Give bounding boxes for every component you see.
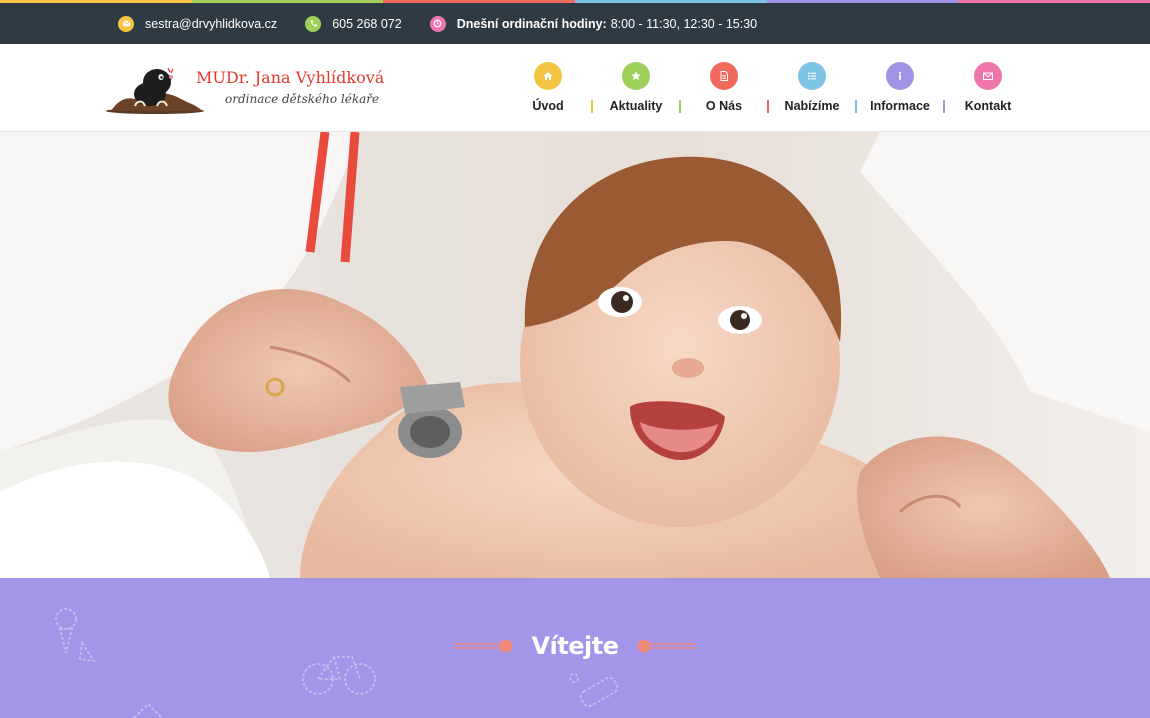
title-ornament-right-icon [637, 639, 696, 653]
house-doodle-icon [133, 702, 163, 718]
home-icon [534, 62, 562, 90]
site-header: MUDr. Jana Vyhlídková ordinace dětského … [0, 44, 1150, 132]
email-text[interactable]: sestra@drvyhlidkova.cz [145, 17, 277, 31]
topbar-hours: Dnešní ordinační hodiny: 8:00 - 11:30, 1… [429, 15, 758, 32]
hero-image [0, 132, 1150, 578]
mole-logo-icon [106, 67, 204, 114]
nav-label-o-nas[interactable]: O Nás [706, 99, 742, 113]
baby-doctor-photo [0, 132, 1150, 578]
nav-label-nabizime[interactable]: Nabízíme [785, 99, 840, 113]
topbar-email[interactable]: sestra@drvyhlidkova.cz [118, 15, 277, 32]
nav-label-kontakt[interactable]: Kontakt [965, 99, 1012, 113]
main-nav: Úvod Aktuality O Nás Nabízíme Informace … [504, 62, 1032, 113]
nav-label-uvod[interactable]: Úvod [532, 99, 563, 113]
topbar-phone[interactable]: 605 268 072 [305, 15, 402, 32]
top-bar: sestra@drvyhlidkova.cz 605 268 072 Dnešn… [0, 3, 1150, 44]
welcome-title: Vítejte [531, 632, 619, 660]
logo-subtitle: ordinace dětského lékaře [225, 92, 380, 106]
site-logo[interactable]: MUDr. Jana Vyhlídková ordinace dětského … [105, 64, 384, 114]
nav-item-uvod[interactable]: Úvod [504, 62, 592, 113]
nav-item-o-nas[interactable]: O Nás [679, 62, 768, 113]
list-icon [798, 62, 826, 90]
nav-item-informace[interactable]: Informace [855, 62, 944, 113]
star-icon [622, 62, 650, 90]
nav-label-informace[interactable]: Informace [870, 99, 930, 113]
phone-icon [305, 15, 322, 32]
title-ornament-left-icon [454, 639, 513, 653]
document-icon [710, 62, 738, 90]
nav-label-aktuality[interactable]: Aktuality [610, 99, 663, 113]
envelope-icon [118, 15, 134, 32]
nav-divider [767, 100, 769, 113]
welcome-section: Vítejte [0, 578, 1150, 718]
rainbow-strip [0, 0, 1150, 3]
hours-value: 8:00 - 11:30, 12:30 - 15:30 [610, 16, 758, 31]
phone-text[interactable]: 605 268 072 [332, 17, 402, 31]
nav-divider [943, 100, 945, 113]
clock-icon [429, 15, 446, 32]
logo-name: MUDr. Jana Vyhlídková [196, 68, 385, 87]
nav-item-nabizime[interactable]: Nabízíme [767, 62, 856, 113]
toy-doodle-icon [569, 673, 619, 708]
nav-divider [855, 100, 857, 113]
info-icon [886, 62, 914, 90]
nav-divider [679, 100, 681, 113]
envelope-icon [974, 62, 1002, 90]
nav-divider [591, 100, 593, 113]
nav-item-aktuality[interactable]: Aktuality [591, 62, 680, 113]
hours-label: Dnešní ordinační hodiny: [456, 16, 607, 31]
nav-item-kontakt[interactable]: Kontakt [943, 62, 1032, 113]
welcome-title-wrap: Vítejte [0, 632, 1150, 660]
